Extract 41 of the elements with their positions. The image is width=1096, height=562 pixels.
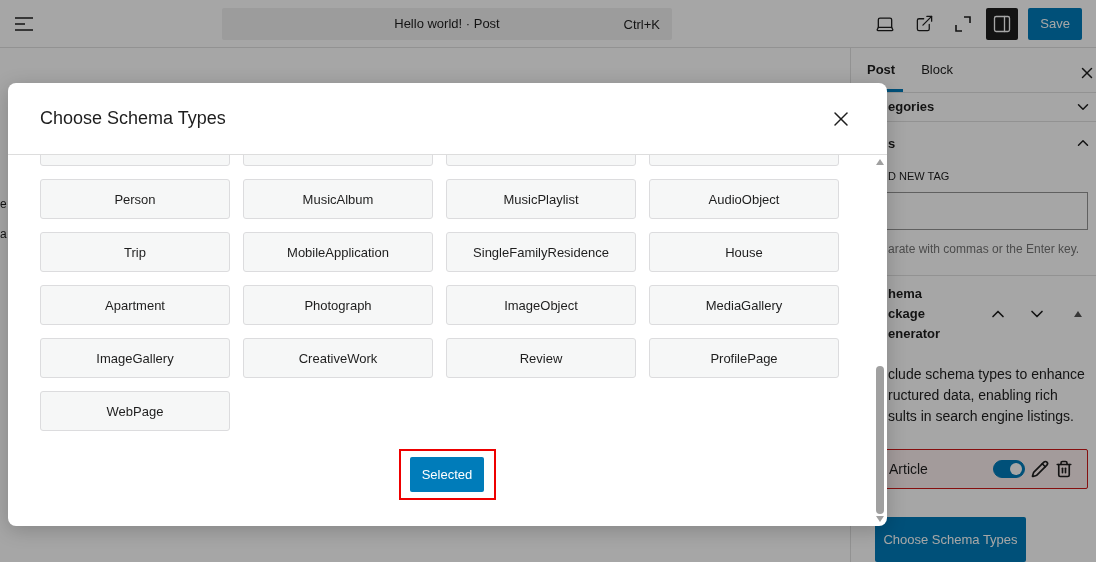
type-option[interactable]: Trip	[40, 232, 230, 272]
pencil-icon[interactable]	[1031, 460, 1049, 479]
toggle-switch[interactable]	[993, 460, 1025, 479]
type-option[interactable]: Person	[40, 179, 230, 219]
selected-button[interactable]: Selected	[409, 457, 485, 492]
type-option[interactable]: MediaGallery	[649, 285, 839, 325]
sidebar-toggle-button[interactable]	[986, 7, 1019, 40]
type-option[interactable]: Review	[446, 338, 636, 378]
type-option[interactable]: WebPage	[40, 391, 230, 431]
panel-title: hema ckage enerator	[888, 285, 942, 344]
modal-title: Choose Schema Types	[40, 108, 226, 129]
type-option[interactable]: MusicPlaylist	[446, 179, 636, 219]
choose-schema-button[interactable]: Choose Schema Types	[875, 517, 1026, 562]
panel-title[interactable]: egories	[888, 99, 935, 115]
type-option[interactable]: Photograph	[243, 285, 433, 325]
sidebar-tab[interactable]: Post	[859, 48, 904, 92]
shortcut-hint: Ctrl+K	[623, 16, 660, 32]
panel-title[interactable]: s	[888, 135, 896, 151]
type-option[interactable]: ProfilePage	[649, 338, 839, 378]
editor-text: a	[0, 226, 7, 243]
sidebar-tab[interactable]: Block	[913, 48, 961, 92]
menu-icon[interactable]	[14, 16, 34, 31]
trash-icon[interactable]	[1055, 460, 1073, 479]
field-label: D NEW TAG	[888, 170, 951, 183]
schema-item-label: Article	[889, 461, 929, 478]
description-text: clude schema types to enhance ructured data, enabling rich sults in search engine listings.	[887, 365, 1086, 427]
type-option[interactable]: Apartment	[40, 285, 230, 325]
type-option[interactable]: House	[649, 232, 839, 272]
editor-text: e	[0, 196, 7, 213]
save-button[interactable]: Save	[1028, 7, 1082, 40]
help-text: arate with commas or the Enter key.	[888, 242, 1081, 257]
sidebar-icon[interactable]	[992, 13, 1013, 34]
type-option[interactable]: MobileApplication	[243, 232, 433, 272]
type-option[interactable]: CreativeWork	[243, 338, 433, 378]
type-option[interactable]: MusicAlbum	[243, 179, 433, 219]
type-option[interactable]: ImageObject	[446, 285, 636, 325]
type-option[interactable]: ImageGallery	[40, 338, 230, 378]
type-option[interactable]: AudioObject	[649, 179, 839, 219]
type-option[interactable]: SingleFamilyResidence	[446, 232, 636, 272]
triangle-icon[interactable]	[1074, 311, 1082, 318]
command-bar[interactable]: Hello world! · Post Ctrl+K	[222, 7, 672, 40]
